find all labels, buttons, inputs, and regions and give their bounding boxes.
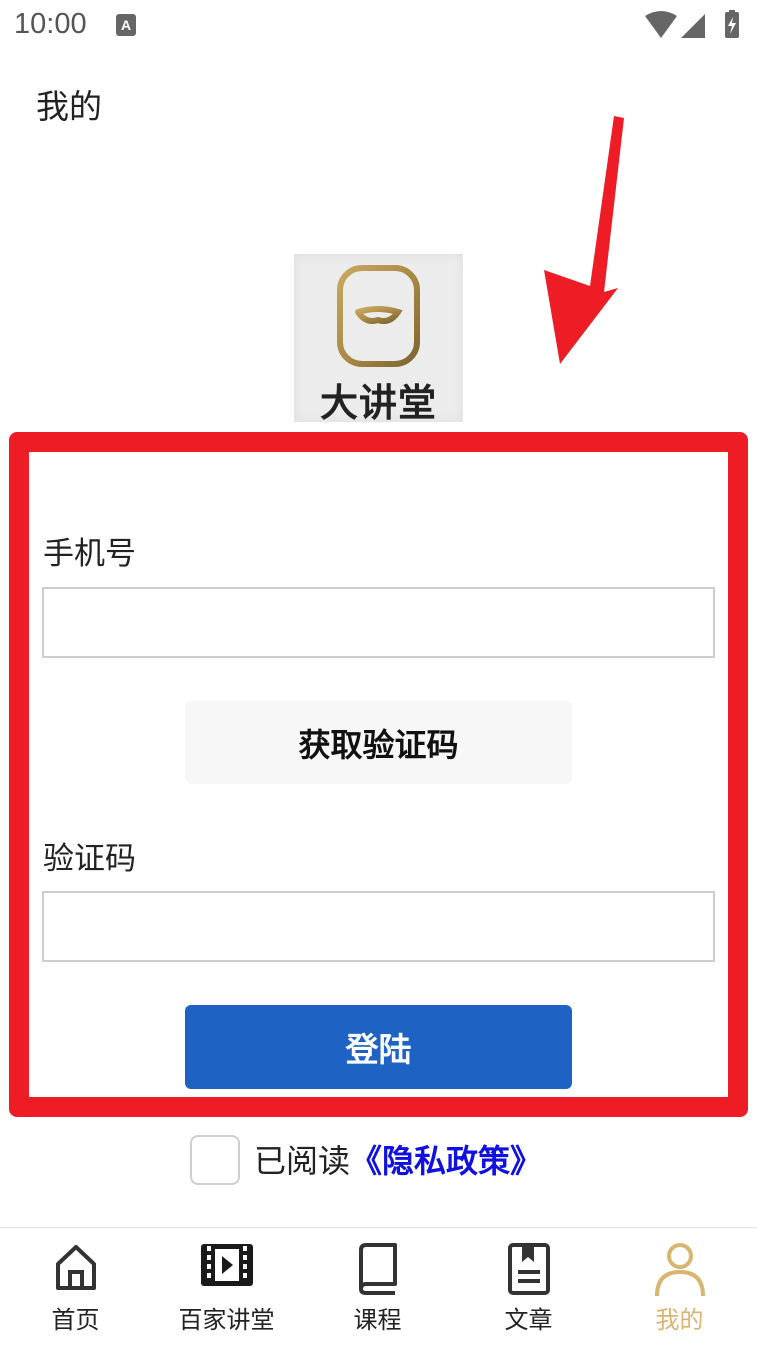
nav-item-home[interactable]: 首页 xyxy=(0,1228,151,1345)
get-code-button[interactable]: 获取验证码 xyxy=(185,701,572,784)
battery-icon xyxy=(725,10,739,38)
privacy-agree-checkbox[interactable] xyxy=(190,1135,240,1185)
status-icons xyxy=(643,10,743,40)
wifi-icon xyxy=(645,11,677,38)
status-bar: 10:00 A xyxy=(0,0,757,52)
notification-a-icon: A xyxy=(116,14,136,36)
video-icon xyxy=(200,1244,253,1286)
book-icon xyxy=(358,1243,397,1295)
signal-icon xyxy=(681,14,705,38)
nav-item-mine[interactable]: 我的 xyxy=(604,1228,755,1345)
app-logo: 大讲堂 xyxy=(294,254,463,425)
nav-label-mine: 我的 xyxy=(655,1306,704,1334)
nav-item-articles[interactable]: 文章 xyxy=(453,1228,604,1345)
seal-emblem-icon xyxy=(337,265,420,367)
phone-label: 手机号 xyxy=(43,536,136,572)
bottom-nav: 首页 百家讲堂 课程 文章 我的 xyxy=(0,1227,757,1345)
nav-label-home: 首页 xyxy=(51,1306,100,1334)
nav-label-lectures: 百家讲堂 xyxy=(178,1306,275,1334)
nav-label-courses: 课程 xyxy=(353,1306,402,1334)
nav-item-courses[interactable]: 课程 xyxy=(302,1228,453,1345)
annotation-arrow xyxy=(544,116,624,364)
code-input[interactable] xyxy=(42,891,715,962)
status-time: 10:00 xyxy=(14,8,87,40)
code-label: 验证码 xyxy=(43,841,136,877)
home-icon xyxy=(55,1245,96,1290)
article-icon xyxy=(507,1243,550,1295)
privacy-policy-link[interactable]: 《隐私政策》 xyxy=(350,1142,542,1180)
nav-item-lectures[interactable]: 百家讲堂 xyxy=(151,1228,302,1345)
nav-label-articles: 文章 xyxy=(504,1306,553,1334)
agreement-prefix: 已阅读 xyxy=(254,1142,351,1180)
person-icon xyxy=(654,1243,705,1297)
agreement-text: 已阅读《隐私政策》 xyxy=(254,1136,542,1182)
phone-input[interactable] xyxy=(42,587,715,658)
login-screen: 10:00 A 我的 大讲堂 手机号 获取验证码 验证码 登陆 已阅读《隐私政策… xyxy=(0,0,757,1345)
login-button[interactable]: 登陆 xyxy=(185,1005,572,1089)
page-title: 我的 xyxy=(36,87,102,126)
logo-text: 大讲堂 xyxy=(319,381,437,425)
